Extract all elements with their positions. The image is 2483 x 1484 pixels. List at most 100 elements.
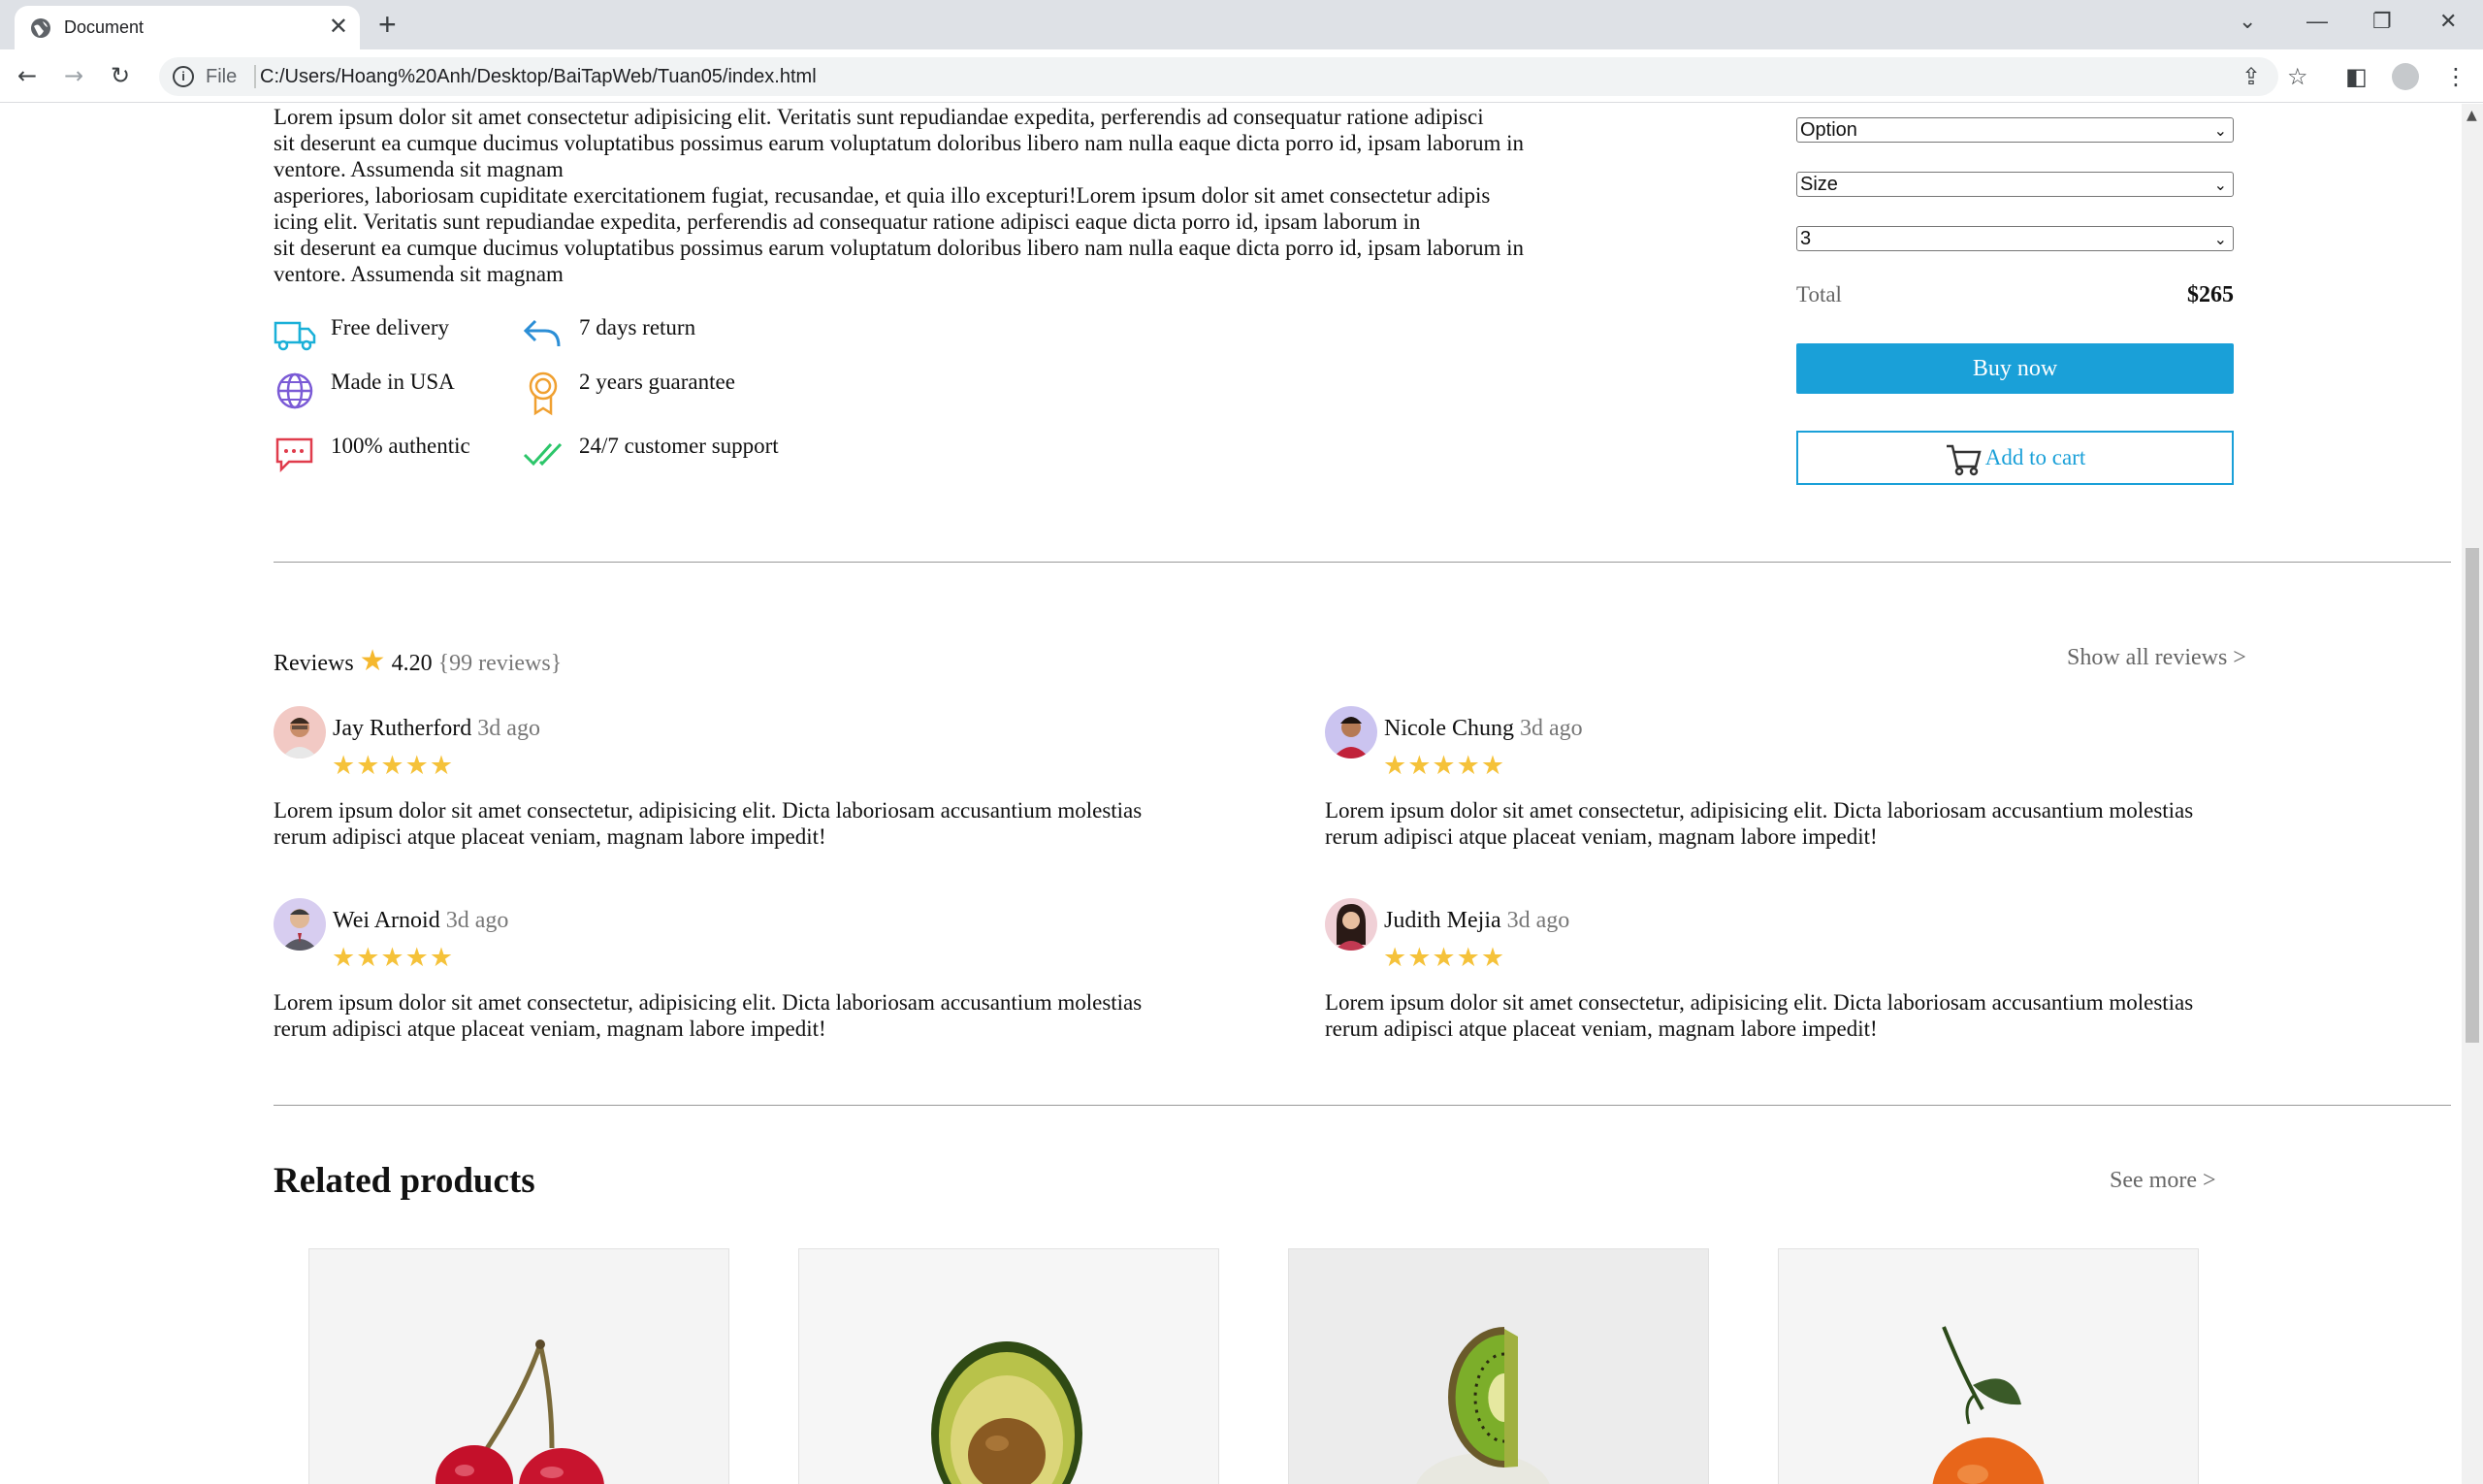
site-info-icon[interactable]: i <box>173 66 194 87</box>
option-select-value: Option <box>1800 119 1857 141</box>
product-card-kiwi[interactable] <box>1288 1248 1709 1484</box>
feature-label: Made in USA <box>331 370 455 394</box>
quantity-select[interactable]: 3 ⌄ <box>1796 226 2234 251</box>
feature-support: 24/7 customer support <box>522 434 779 482</box>
product-card-cherry[interactable] <box>308 1248 729 1484</box>
desc-line: ventore. Assumenda sit magnam <box>274 262 564 286</box>
browser-tab[interactable]: Document ✕ <box>15 6 360 49</box>
rating-stars: ★★★★★ <box>1383 943 1506 973</box>
reviewer-name: Wei Arnoid 3d ago <box>333 908 509 933</box>
reviews-count: {99 reviews} <box>437 651 563 676</box>
chevron-down-icon: ⌄ <box>2213 176 2227 194</box>
review-text: Lorem ipsum dolor sit amet consectetur, … <box>274 798 1143 849</box>
quantity-select-value: 3 <box>1800 228 1812 249</box>
size-select-value: Size <box>1800 174 1838 195</box>
orange-image <box>1779 1249 2198 1484</box>
feature-label: 100% authentic <box>331 434 470 458</box>
section-divider <box>274 1105 2451 1106</box>
feature-authentic: 100% authentic <box>274 434 526 482</box>
product-card-orange[interactable] <box>1778 1248 2199 1484</box>
star-icon: ★ <box>359 645 386 677</box>
reviews-summary: Reviews ★ 4.20 {99 reviews} <box>274 644 562 678</box>
new-tab-button[interactable]: + <box>378 8 397 41</box>
review-time: 3d ago <box>1506 908 1570 933</box>
feature-label: 24/7 customer support <box>579 434 779 458</box>
size-select[interactable]: Size ⌄ <box>1796 172 2234 197</box>
reviewer-name: Judith Mejia 3d ago <box>1384 908 1570 933</box>
feature-made-in-usa: Made in USA <box>274 370 526 418</box>
browser-tab-bar: Document ✕ + ⌄ — ❐ ✕ <box>0 0 2483 49</box>
desc-line: icing elit. Veritatis sunt repudiandae e… <box>274 210 1421 234</box>
omnibox-separator <box>254 65 256 88</box>
scrollbar-thumb[interactable] <box>2466 548 2479 1043</box>
section-divider <box>274 562 2451 563</box>
reviewer-name: Nicole Chung 3d ago <box>1384 716 1583 741</box>
desc-line: Lorem ipsum dolor sit amet consectetur a… <box>274 105 1484 129</box>
double-check-icon <box>523 442 563 467</box>
cart-icon <box>1946 444 1982 475</box>
chevron-down-icon: ⌄ <box>2213 230 2227 248</box>
review-text: Lorem ipsum dolor sit amet consectetur, … <box>1325 990 2194 1041</box>
review-text: Lorem ipsum dolor sit amet consectetur, … <box>274 990 1143 1041</box>
forward-icon[interactable]: → <box>64 61 83 90</box>
desc-line: sit deserunt ea cumque ducimus voluptati… <box>274 131 1525 155</box>
buy-now-button[interactable]: Buy now <box>1796 343 2234 394</box>
bookmark-star-icon[interactable]: ☆ <box>2287 63 2308 90</box>
total-value: $265 <box>2187 282 2234 307</box>
rating-stars: ★★★★★ <box>1383 751 1506 781</box>
add-to-cart-label: Add to cart <box>1984 445 2086 469</box>
chat-bubble-icon <box>275 437 313 473</box>
reviews-rating: 4.20 <box>391 651 433 676</box>
product-card-avocado[interactable] <box>798 1248 1219 1484</box>
share-icon[interactable]: ⇪ <box>2241 63 2261 90</box>
option-select[interactable]: Option ⌄ <box>1796 117 2234 143</box>
feature-label: 7 days return <box>579 315 696 339</box>
feature-free-delivery: Free delivery <box>274 315 526 364</box>
show-all-reviews-link[interactable]: Show all reviews > <box>2067 645 2246 671</box>
reload-icon[interactable]: ↻ <box>111 61 130 90</box>
tab-close-icon[interactable]: ✕ <box>329 15 348 40</box>
globe-icon <box>31 18 50 38</box>
desc-line: asperiores, laboriosam cupiditate exerci… <box>274 183 1491 208</box>
add-to-cart-button[interactable]: Add to cart <box>1796 431 2234 485</box>
desc-line: ventore. Assumenda sit magnam <box>274 157 564 181</box>
back-icon[interactable]: ← <box>17 61 37 90</box>
file-label: File <box>206 66 238 87</box>
chevron-down-icon: ⌄ <box>2213 121 2227 140</box>
avatar <box>1325 706 1377 758</box>
review-time: 3d ago <box>445 908 509 933</box>
scroll-up-icon[interactable]: ▲ <box>2467 108 2477 123</box>
cherry-image <box>309 1249 728 1484</box>
page-content: Lorem ipsum dolor sit amet consectetur a… <box>0 104 2462 1484</box>
avocado-image <box>799 1249 1218 1484</box>
menu-kebab-icon[interactable]: ⋮ <box>2444 63 2467 90</box>
feature-guarantee: 2 years guarantee <box>522 370 774 418</box>
address-bar[interactable]: i File C:/Users/Hoang%20Anh/Desktop/BaiT… <box>159 57 2278 96</box>
page-scrollbar[interactable]: ▲ <box>2462 104 2483 1484</box>
reviews-title: Reviews <box>274 651 354 676</box>
return-arrow-icon <box>523 319 561 347</box>
profile-avatar[interactable] <box>2392 63 2419 90</box>
url-text[interactable]: C:/Users/Hoang%20Anh/Desktop/BaiTapWeb/T… <box>260 66 817 88</box>
side-panel-icon[interactable]: ◧ <box>2345 63 2368 90</box>
kiwi-image <box>1289 1249 1708 1484</box>
review-time: 3d ago <box>1519 716 1583 741</box>
award-ribbon-icon <box>529 371 558 416</box>
avatar <box>274 898 326 951</box>
tab-search-icon[interactable]: ⌄ <box>2239 8 2256 35</box>
total-label: Total <box>1796 282 1842 306</box>
desc-line: sit deserunt ea cumque ducimus voluptati… <box>274 236 1525 260</box>
review-time: 3d ago <box>477 716 540 741</box>
minimize-icon[interactable]: — <box>2306 8 2328 35</box>
truck-icon <box>274 321 316 351</box>
rating-stars: ★★★★★ <box>332 943 455 973</box>
avatar <box>274 706 326 758</box>
reviewer-name: Jay Rutherford 3d ago <box>333 716 540 741</box>
restore-icon[interactable]: ❐ <box>2372 8 2392 35</box>
feature-label: 2 years guarantee <box>579 370 735 394</box>
see-more-link[interactable]: See more > <box>2110 1168 2216 1194</box>
close-window-icon[interactable]: ✕ <box>2439 8 2457 35</box>
feature-label: Free delivery <box>331 315 449 339</box>
tab-title: Document <box>64 17 145 37</box>
review-text: Lorem ipsum dolor sit amet consectetur, … <box>1325 798 2194 849</box>
